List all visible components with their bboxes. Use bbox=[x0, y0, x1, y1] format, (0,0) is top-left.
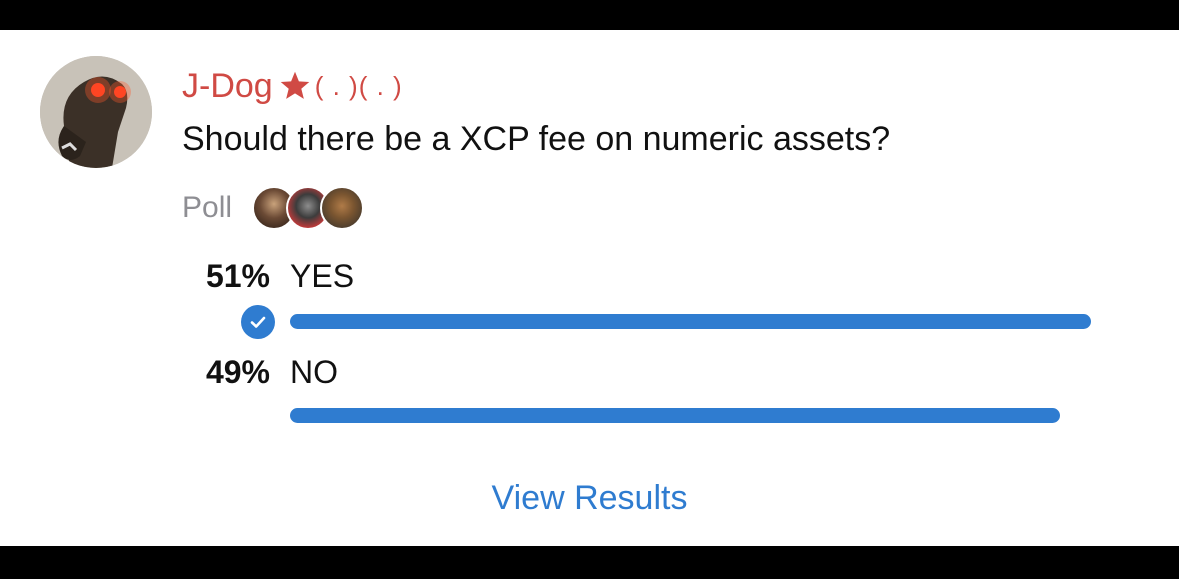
poll-meta: Poll bbox=[182, 186, 365, 230]
poll-result-bar bbox=[290, 314, 1091, 329]
poll-question: Should there be a XCP fee on numeric ass… bbox=[182, 120, 891, 158]
voter-avatar bbox=[320, 186, 365, 230]
poll-card: J-Dog ( . )( . ) Should there be a XCP f… bbox=[0, 30, 1179, 546]
star-icon bbox=[280, 71, 309, 99]
author-line: J-Dog ( . )( . ) bbox=[182, 66, 403, 106]
option-percent: 51% bbox=[205, 257, 270, 294]
author-name[interactable]: J-Dog bbox=[182, 66, 273, 106]
option-percent: 49% bbox=[205, 353, 270, 390]
option-label: NO bbox=[290, 353, 338, 390]
option-label: YES bbox=[290, 257, 355, 294]
horse-head-avatar-icon bbox=[40, 56, 152, 168]
author-emoticon: ( . )( . ) bbox=[314, 71, 403, 101]
voter-avatars[interactable] bbox=[252, 186, 365, 230]
poll-label: Poll bbox=[182, 191, 233, 224]
poll-option-no[interactable]: 49% NO bbox=[0, 352, 338, 392]
author-avatar[interactable] bbox=[40, 56, 152, 168]
poll-option-yes[interactable]: 51% YES bbox=[0, 256, 354, 296]
poll-result-bar bbox=[290, 408, 1060, 423]
check-circle-icon bbox=[241, 305, 275, 339]
view-results-button[interactable]: View Results bbox=[0, 477, 1179, 519]
